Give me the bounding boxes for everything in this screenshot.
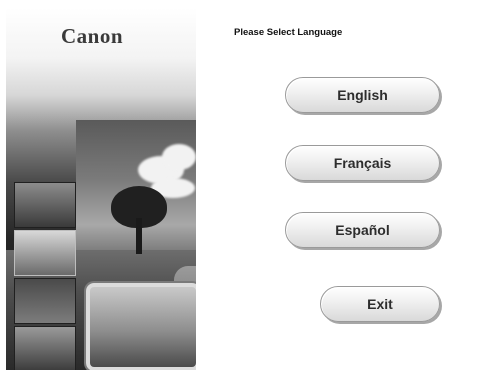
photo-thumbnail (14, 182, 76, 228)
english-button[interactable]: English (285, 77, 440, 113)
decorative-photo-collage (6, 8, 196, 370)
exit-button[interactable]: Exit (320, 286, 440, 322)
language-select-window: Canon Please Select Language English Fra… (0, 0, 492, 370)
canon-logo: Canon (61, 24, 124, 48)
tree-trunk (136, 218, 142, 254)
espanol-button[interactable]: Español (285, 212, 440, 248)
page-title: Please Select Language (234, 27, 343, 38)
photo-thumbnail (14, 278, 76, 324)
photo-thumbnail (14, 326, 76, 370)
photo-thumbnail (14, 230, 76, 276)
camcorder-screen-image (86, 283, 196, 370)
francais-button[interactable]: Français (285, 145, 440, 181)
cloud-shape (162, 144, 196, 170)
